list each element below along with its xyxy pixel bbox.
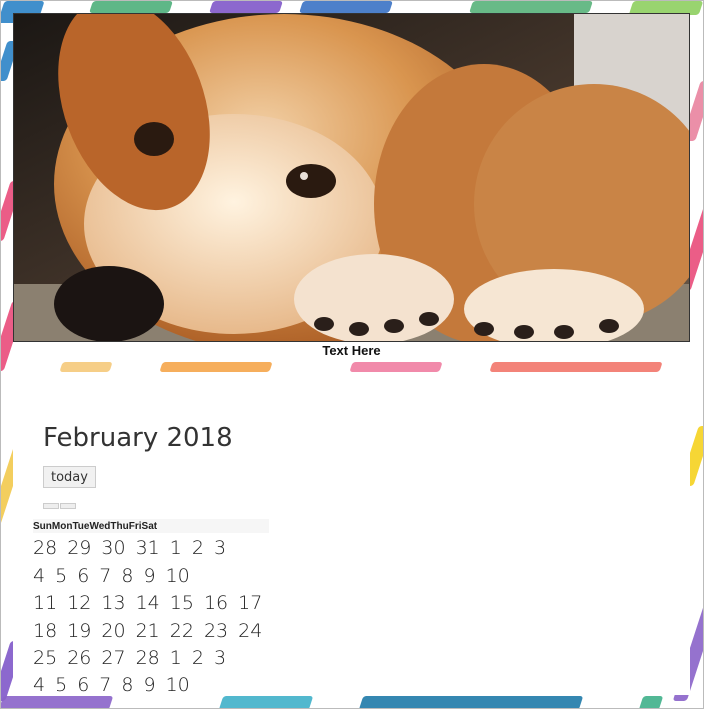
calendar-day[interactable]: 24	[238, 620, 262, 642]
calendar-day[interactable]: 28	[136, 647, 160, 669]
calendar-day[interactable]: 7	[99, 565, 111, 587]
calendar-week-4: 18 19 20 21 22 23 24	[33, 620, 272, 642]
paint-splotch	[489, 362, 663, 372]
calendar-day[interactable]: 5	[55, 674, 67, 696]
photo-caption: Text Here	[322, 343, 381, 358]
calendar-day[interactable]: 6	[77, 565, 89, 587]
calendar-day[interactable]: 29	[67, 537, 91, 559]
calendar-month-title: February 2018	[43, 423, 233, 453]
calendar-day[interactable]: 23	[204, 620, 228, 642]
calendar-day[interactable]: 9	[143, 674, 155, 696]
calendar-week-6: 4 5 6 7 8 9 10	[33, 674, 200, 696]
calendar-day[interactable]: 20	[101, 620, 125, 642]
calendar-day[interactable]: 21	[136, 620, 160, 642]
calendar-day[interactable]: 8	[121, 674, 133, 696]
calendar-day[interactable]: 10	[166, 565, 190, 587]
calendar-day[interactable]: 18	[33, 620, 57, 642]
paint-splotch	[89, 1, 173, 13]
calendar-day[interactable]: 17	[238, 592, 262, 614]
calendar-day[interactable]: 3	[214, 537, 226, 559]
paint-splotch	[349, 362, 443, 372]
calendar-week-1: 28 29 30 31 1 2 3	[33, 537, 236, 559]
dog-photo	[13, 13, 690, 342]
calendar-day[interactable]: 1	[170, 647, 182, 669]
calendar-day[interactable]: 25	[33, 647, 57, 669]
calendar-day[interactable]: 10	[166, 674, 190, 696]
calendar-week-5: 25 26 27 28 1 2 3	[33, 647, 236, 669]
calendar-day[interactable]: 22	[170, 620, 194, 642]
weekday-mon: Mon	[51, 520, 73, 532]
weekday-sat: Sat	[141, 520, 158, 532]
calendar-day[interactable]: 9	[143, 565, 155, 587]
calendar-day[interactable]: 2	[192, 647, 204, 669]
calendar-week-3: 11 12 13 14 15 16 17	[33, 592, 272, 614]
calendar-day[interactable]: 3	[214, 647, 226, 669]
calendar-day[interactable]: 26	[67, 647, 91, 669]
paint-splotch	[218, 696, 314, 708]
weekday-fri: Fri	[128, 520, 142, 532]
weekday-wed: Wed	[89, 520, 111, 532]
paint-splotch	[159, 362, 273, 372]
calendar-day[interactable]: 28	[33, 537, 57, 559]
calendar-day[interactable]: 6	[77, 674, 89, 696]
next-month-button[interactable]	[60, 503, 76, 509]
calendar-day[interactable]: 19	[67, 620, 91, 642]
calendar-day[interactable]: 2	[192, 537, 204, 559]
weekday-sun: Sun	[33, 520, 52, 532]
calendar-day[interactable]: 1	[170, 537, 182, 559]
today-button[interactable]: today	[43, 466, 96, 488]
calendar-day[interactable]: 12	[67, 592, 91, 614]
calendar-day[interactable]: 15	[170, 592, 194, 614]
paint-splotch	[358, 696, 584, 708]
calendar-day[interactable]: 30	[101, 537, 125, 559]
prev-month-button[interactable]	[43, 503, 59, 509]
calendar-day[interactable]: 8	[121, 565, 133, 587]
calendar-day[interactable]: 13	[101, 592, 125, 614]
calendar-day[interactable]: 5	[55, 565, 67, 587]
calendar-day[interactable]: 16	[204, 592, 228, 614]
weekday-tue: Tue	[72, 520, 90, 532]
paint-splotch	[59, 362, 113, 372]
paint-splotch	[209, 1, 283, 13]
calendar-day[interactable]: 4	[33, 674, 45, 696]
calendar-week-2: 4 5 6 7 8 9 10	[33, 565, 200, 587]
calendar-day[interactable]: 4	[33, 565, 45, 587]
page-frame: Text Here February 2018 today Sun Mon Tu…	[0, 0, 704, 709]
calendar-day[interactable]: 7	[99, 674, 111, 696]
paint-splotch	[299, 1, 393, 13]
calendar-day[interactable]: 31	[136, 537, 160, 559]
dog-photo-image	[14, 14, 689, 341]
paint-splotch	[469, 1, 593, 13]
paint-splotch	[638, 696, 664, 708]
calendar-day[interactable]: 27	[101, 647, 125, 669]
weekday-thu: Thu	[110, 520, 129, 532]
paint-splotch	[1, 696, 114, 708]
calendar-day[interactable]: 14	[136, 592, 160, 614]
calendar-day[interactable]: 11	[33, 592, 57, 614]
weekday-header: Sun Mon Tue Wed Thu Fri Sat	[33, 519, 269, 533]
